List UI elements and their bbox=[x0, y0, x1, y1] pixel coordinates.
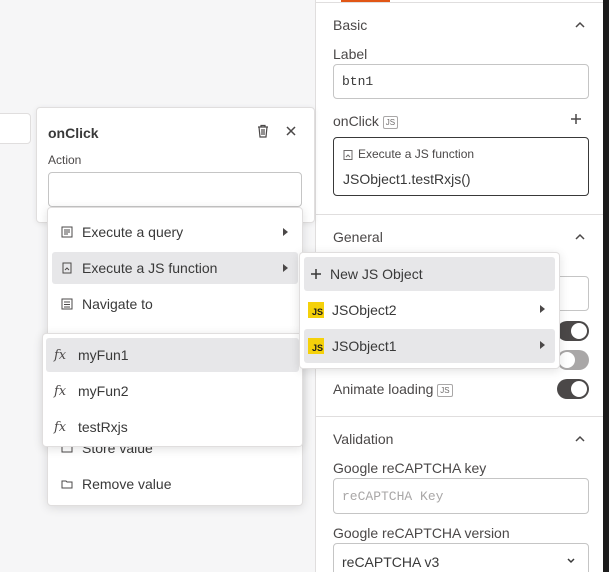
js-object-item-jsobject2[interactable]: JS JSObject2 bbox=[304, 293, 555, 327]
section-divider bbox=[316, 416, 609, 417]
chevron-up-icon[interactable] bbox=[574, 19, 586, 31]
canvas-widget[interactable] bbox=[0, 113, 31, 144]
menu-item-navigate-to[interactable]: Navigate to bbox=[52, 288, 298, 320]
js-object-item-jsobject1[interactable]: JS JSObject1 bbox=[304, 329, 555, 363]
fx-icon: fx bbox=[54, 347, 67, 363]
new-js-object-label: New JS Object bbox=[330, 266, 423, 282]
onclick-popover: onClick Action bbox=[36, 107, 315, 223]
recaptcha-version-value: reCAPTCHA v3 bbox=[342, 554, 440, 570]
js-object-label: JSObject2 bbox=[332, 302, 397, 318]
chevron-up-icon[interactable] bbox=[574, 433, 586, 445]
action-selector-input[interactable] bbox=[48, 172, 302, 207]
right-edge-strip bbox=[603, 0, 609, 572]
general-input-partial[interactable] bbox=[556, 276, 589, 311]
js-object-menu: New JS Object JS JSObject2 JS JSObject1 bbox=[299, 252, 560, 369]
menu-item-label: Execute a JS function bbox=[82, 260, 218, 276]
menu-item-execute-js-function[interactable]: Execute a JS function bbox=[52, 252, 298, 284]
add-action-plus-icon[interactable] bbox=[570, 113, 582, 125]
recaptcha-version-label: Google reCAPTCHA version bbox=[333, 525, 510, 541]
recaptcha-key-placeholder: reCAPTCHA Key bbox=[342, 489, 444, 504]
onclick-label-text: onClick bbox=[333, 113, 379, 129]
onclick-label: onClick JS bbox=[333, 113, 399, 129]
recaptcha-key-label: Google reCAPTCHA key bbox=[333, 460, 487, 476]
chevron-up-icon[interactable] bbox=[574, 231, 586, 243]
js-toggle-tag[interactable]: JS bbox=[437, 383, 453, 397]
function-label: myFun1 bbox=[78, 347, 129, 363]
function-label: myFun2 bbox=[78, 383, 129, 399]
animate-loading-toggle[interactable] bbox=[557, 379, 589, 399]
query-icon bbox=[60, 225, 74, 239]
js-function-icon bbox=[60, 261, 74, 275]
plus-icon bbox=[311, 269, 321, 279]
submenu-arrow-icon bbox=[283, 264, 288, 272]
section-divider bbox=[316, 214, 609, 215]
menu-item-execute-query[interactable]: Execute a query bbox=[52, 216, 298, 248]
general-section-title: General bbox=[333, 229, 383, 245]
js-file-icon bbox=[343, 150, 353, 160]
label-field-label: Label bbox=[333, 46, 368, 62]
menu-item-label: Execute a query bbox=[82, 224, 184, 240]
function-label: testRxjs bbox=[78, 419, 128, 435]
label-input[interactable]: btn1 bbox=[333, 64, 589, 99]
navigate-icon bbox=[60, 297, 74, 311]
function-item-testrxjs[interactable]: fx testRxjs bbox=[46, 410, 299, 444]
submenu-arrow-icon bbox=[540, 305, 545, 313]
js-toggle-tag[interactable]: JS bbox=[382, 115, 399, 129]
onclick-action-box[interactable]: Execute a JS function JSObject1.testRxjs… bbox=[333, 137, 589, 196]
animate-loading-label: Animate loading JS bbox=[333, 381, 453, 397]
label-input-value: btn1 bbox=[342, 74, 374, 89]
action-label: Action bbox=[48, 153, 82, 167]
general-toggle-1[interactable] bbox=[557, 321, 589, 341]
pane-top-divider bbox=[316, 2, 609, 3]
popover-title: onClick bbox=[48, 125, 99, 141]
fx-icon: fx bbox=[54, 383, 67, 399]
js-badge-icon: JS bbox=[308, 302, 324, 318]
js-badge-icon: JS bbox=[308, 338, 324, 354]
validation-section-title: Validation bbox=[333, 431, 394, 447]
function-item-myfun2[interactable]: fx myFun2 bbox=[46, 374, 299, 408]
menu-item-remove-value[interactable]: Remove value bbox=[52, 468, 298, 500]
new-js-object-item[interactable]: New JS Object bbox=[304, 257, 555, 291]
submenu-arrow-icon bbox=[283, 228, 288, 236]
function-menu: fx myFun1 fx myFun2 fx testRxjs bbox=[42, 333, 303, 447]
submenu-arrow-icon bbox=[540, 341, 545, 349]
general-toggle-2[interactable] bbox=[557, 350, 589, 370]
recaptcha-key-input[interactable]: reCAPTCHA Key bbox=[333, 478, 589, 514]
recaptcha-version-select[interactable]: reCAPTCHA v3 bbox=[333, 543, 589, 572]
menu-item-label: Remove value bbox=[82, 476, 172, 492]
delete-icon[interactable] bbox=[256, 124, 270, 138]
animate-loading-text: Animate loading bbox=[333, 381, 434, 397]
close-icon[interactable] bbox=[285, 125, 297, 137]
action-value-text: JSObject1.testRxjs() bbox=[343, 171, 471, 187]
action-type-text: Execute a JS function bbox=[358, 147, 475, 161]
function-item-myfun1[interactable]: fx myFun1 bbox=[46, 338, 299, 372]
fx-icon: fx bbox=[54, 419, 67, 435]
menu-item-label: Navigate to bbox=[82, 296, 153, 312]
js-object-label: JSObject1 bbox=[332, 338, 397, 354]
folder-icon bbox=[60, 477, 74, 491]
chevron-down-icon bbox=[567, 558, 575, 564]
basic-section-title: Basic bbox=[333, 17, 368, 33]
